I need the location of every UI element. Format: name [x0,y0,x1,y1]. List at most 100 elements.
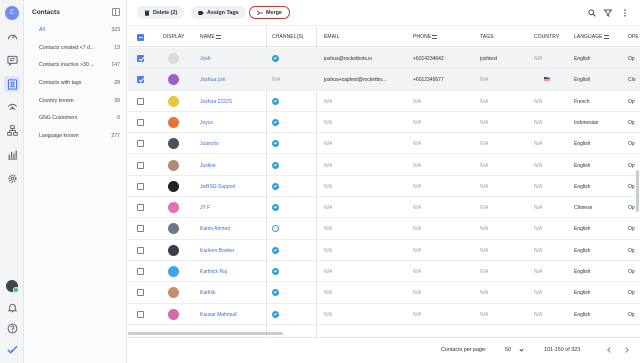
settings-icon[interactable] [6,172,18,184]
email-cell: N/A [324,226,333,233]
telegram-icon [272,161,279,169]
segment-country-known[interactable]: Country known 39 [28,94,123,108]
phone-cell: N/A [413,226,422,233]
row-checkbox[interactable] [137,225,144,233]
country-cell: N/A [534,183,543,190]
row-checkbox[interactable] [137,55,144,62]
contact-name-link[interactable]: Juancito [200,141,219,147]
segment-with-tags[interactable]: Contacts with tags 28 [28,76,123,90]
sort-icon [603,34,609,39]
row-checkbox[interactable] [137,161,144,169]
segment-created-recent[interactable]: Contacts created <7 d... 13 [28,41,123,55]
horizontal-scrollbar[interactable] [128,332,283,335]
tags-cell: N/A [480,119,489,126]
tags-cell: N/A [480,77,489,84]
table-row[interactable]: Justine N/A N/A N/A N/A English Op [128,155,640,176]
contact-name-link[interactable]: Joyce [200,120,213,126]
row-checkbox[interactable] [137,76,144,84]
chevron-down-icon[interactable] [519,347,524,352]
contacts-panel: Contacts All 323 Contacts created <7 d...… [24,0,127,363]
assign-tags-button[interactable]: Assign Tags [191,6,246,19]
table-row[interactable]: Joshua 2222S N/A N/A N/A N/A French Op [128,91,640,112]
contacts-icon[interactable] [4,76,20,92]
table-row[interactable]: JY F N/A N/A N/A N/A Chinese Op [128,197,640,219]
table-row[interactable]: Josh joshua@rocketbots.io +6014234642 josht… [128,48,640,70]
row-checkbox[interactable] [137,182,144,190]
user-avatar[interactable] [6,280,19,293]
contact-name-link[interactable]: Justine [200,163,216,169]
header-language[interactable]: LANGUAGE [574,34,609,40]
contact-name-link[interactable]: Karthick Raj [200,269,227,275]
reports-icon[interactable] [6,148,18,160]
contact-name-link[interactable]: Joshua 2222S [200,99,232,105]
row-checkbox[interactable] [137,140,144,148]
tags-cell: N/A [480,205,489,212]
language-cell: English [574,269,591,275]
rows-per-page-select[interactable]: 50 [505,347,511,353]
help-icon[interactable] [6,322,18,334]
select-all-checkbox[interactable] [137,34,144,41]
contact-name-link[interactable]: Kausar Mahmud [200,312,237,318]
broadcast-icon[interactable] [6,100,18,112]
table-row[interactable]: Karthik N/A N/A N/A N/A English Op [128,282,640,304]
status-cell: Op [628,183,635,190]
header-name[interactable]: NAME [200,34,221,40]
check-icon[interactable] [6,343,18,355]
segment-inactive[interactable]: Contacts inactive >30 ... 147 [28,58,123,72]
contact-name-link[interactable]: Karleen Booker [200,248,234,254]
row-checkbox[interactable] [137,310,144,318]
table-row[interactable]: Karleen Booker N/A N/A N/A N/A English Op [128,240,640,261]
vertical-scrollbar[interactable] [636,170,639,212]
phone-cell: N/A [413,311,422,318]
row-checkbox[interactable] [137,204,144,212]
segment-all[interactable]: All 323 [28,23,123,37]
language-cell: English [574,162,591,169]
table-row[interactable]: Kausar Mahmud N/A N/A N/A N/A English Op [128,304,640,325]
dashboard-icon[interactable] [6,30,18,42]
contact-name-link[interactable]: JY F [200,205,210,211]
language-cell: English [574,141,591,148]
telegram-icon [272,246,279,254]
contact-name-link[interactable]: JwBSG Support [200,184,236,190]
segment-gng-customers[interactable]: GNG Customers 0 [28,111,123,125]
contact-name-link[interactable]: Karim Ahmed [200,226,230,232]
avatar [168,53,179,64]
bell-icon[interactable] [6,301,18,313]
email-cell: N/A [324,98,333,105]
table-row[interactable]: Karthick Raj N/A N/A N/A N/A English Op [128,261,640,283]
telegram-icon [272,268,279,275]
workflows-icon[interactable] [6,124,18,136]
more-options-icon[interactable] [620,8,629,17]
table-row[interactable]: Joshua Lim N/A joshua+zaptest@rocketbo... +… [128,69,640,91]
prev-page-icon[interactable] [607,347,612,353]
page-range: 101-150 of 323 [544,347,581,353]
table-row[interactable]: JwBSG Support N/A N/A N/A N/A English Op [128,176,640,198]
contact-name-link[interactable]: Josh [200,56,211,62]
row-checkbox[interactable] [137,268,144,275]
header-open-status: Ope [628,34,639,40]
row-checkbox[interactable] [137,97,144,105]
workspace-avatar[interactable]: C [5,6,19,20]
language-cell: English [574,56,591,62]
next-page-icon[interactable] [624,347,629,353]
messages-icon[interactable] [6,54,18,66]
row-checkbox[interactable] [137,246,144,254]
segment-language-known[interactable]: Language known 277 [28,129,123,143]
email-cell: N/A [324,119,333,126]
tags-cell: N/A [480,311,489,318]
search-icon[interactable] [587,8,596,17]
delete-button[interactable]: Delete (2) [137,6,185,19]
row-checkbox[interactable] [137,118,144,126]
header-phone[interactable]: PHONE [413,34,438,40]
avatar [168,223,179,235]
collapse-panel-icon[interactable] [112,8,120,16]
table-row[interactable]: Karim Ahmed N/A N/A N/A N/A English Op [128,218,640,240]
country-cell: N/A [534,141,543,148]
contact-name-link[interactable]: Joshua Lim [200,77,226,83]
filter-icon[interactable] [603,8,612,17]
contact-name-link[interactable]: Karthik [200,290,216,296]
merge-button[interactable]: Merge [249,6,290,19]
row-checkbox[interactable] [137,289,144,297]
table-row[interactable]: Joyce N/A N/A N/A N/A Indonesian Op [128,112,640,134]
table-row[interactable]: Juancito N/A N/A N/A N/A English Op [128,133,640,155]
